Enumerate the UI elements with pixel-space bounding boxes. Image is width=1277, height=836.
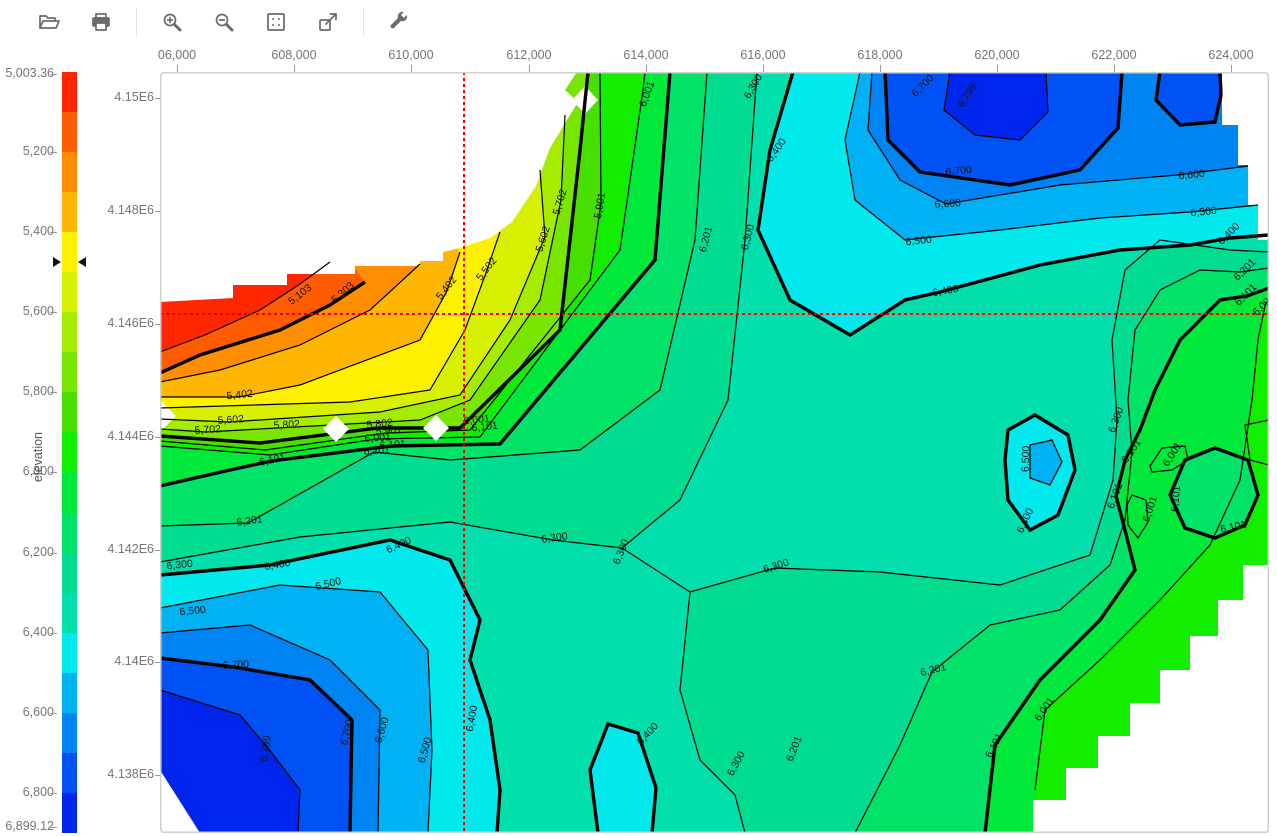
colorbar-tick-label: 6,200 [4,545,54,559]
contour-label: 6,700 [222,658,249,671]
colorbar-band-12 [62,553,77,593]
x-axis-tick-label: 618,000 [840,48,920,62]
app-window: 5,003.36 5,200 5,400 5,600 5,800 6,000 6,200 6,… [0,0,1277,836]
colorbar-band-8 [62,392,77,432]
contour-label: 6,500 [1020,445,1033,472]
zoom-out-button[interactable] [203,5,245,39]
x-axis-tick-mark [529,65,530,72]
x-axis-tick-mark [763,65,764,72]
colorbar-band-5 [62,272,77,312]
contour-label: 6,201 [363,444,390,458]
colorbar-title: elevation [31,432,45,482]
print-button[interactable] [80,5,122,39]
colorbar-tick-mark [50,827,57,828]
contour-label: 5,802 [273,418,300,432]
colorbar-band-13 [62,593,77,633]
export-view-button[interactable] [307,5,349,39]
open-button[interactable] [28,5,70,39]
contour-label: 6,600 [934,197,961,211]
y-axis-tick-label: 4.142E6 [92,542,154,556]
colorbar-tick-label: 5,200 [4,144,54,158]
colorbar-tick-mark [50,312,57,313]
zoom-extents-button[interactable] [255,5,297,39]
colorbar-tick-label: 5,400 [4,224,54,238]
colorbar-band-4 [62,232,77,272]
x-axis-tick-mark [294,65,295,72]
x-axis-tick-label: 616,000 [723,48,803,62]
colorbar-band-7 [62,352,77,392]
folder-open-icon [37,10,61,34]
y-axis-tick-label: 4.138E6 [92,767,154,781]
fit-extents-icon [264,10,288,34]
colorbar-tick-mark [50,713,57,714]
colorbar-band-1 [62,112,77,152]
contour-label: 6,101 [1169,485,1183,512]
colorbar-band-14 [62,633,77,673]
toolbar [0,0,1277,44]
x-axis-tick-mark [997,65,998,72]
colorbar-range-marker-right[interactable] [78,257,86,267]
x-axis-tick-mark [646,65,647,72]
colorbar-tick-mark [50,232,57,233]
colorbar-tick-label: 6,800 [4,785,54,799]
contour-map-canvas[interactable]: 5,1035,3035,4025,4025,5025,6025,7025,602… [160,72,1269,833]
colorbar-tick-label: 6,400 [4,625,54,639]
y-axis-tick-label: 4.146E6 [92,316,154,330]
colorbar-band-17 [62,753,77,793]
zoom-out-icon [212,10,236,34]
colorbar-band-11 [62,513,77,553]
x-axis-tick-label: 612,000 [489,48,569,62]
toolbar-separator [363,8,364,36]
colorbar-tick-label: 6,600 [4,705,54,719]
colorbar-tick-label: 5,800 [4,384,54,398]
colorbar-tick-mark [50,74,57,75]
wrench-icon [387,10,411,34]
colorbar-tick-label: 5,003.36 [4,66,54,80]
colorbar-band-0 [62,72,77,112]
x-axis-tick-label: 608,000 [254,48,334,62]
x-axis-tick-mark [177,65,178,72]
contour-label: 5,702 [194,423,221,437]
colorbar-band-2 [62,152,77,192]
x-axis-tick-label: 620,000 [957,48,1037,62]
colorbar-tick-mark [50,633,57,634]
colorbar-tick-label: 6,000 [4,464,54,478]
x-axis-tick-mark [411,65,412,72]
y-axis-tick-label: 4.15E6 [92,90,154,104]
x-axis-tick-mark [1231,65,1232,72]
x-axis-tick-label: 622,000 [1074,48,1154,62]
printer-icon [89,10,113,34]
contour-label: 5,602 [217,413,244,427]
y-axis-tick-label: 4.14E6 [92,654,154,668]
toolbar-separator [136,8,137,36]
settings-button[interactable] [378,5,420,39]
zoom-in-icon [160,10,184,34]
x-axis-tick-label: 614,000 [606,48,686,62]
x-axis-tick-mark [880,65,881,72]
colorbar-band-10 [62,472,77,512]
colorbar-tick-label: 6,899.12 [4,819,54,833]
colorbar-tick-label: 5,600 [4,304,54,318]
x-axis-tick-label: 624,000 [1191,48,1271,62]
colorbar-tick-mark [50,793,57,794]
colorbar-tick-mark [50,553,57,554]
y-axis-tick-label: 4.144E6 [92,429,154,443]
colorbar-band-3 [62,192,77,232]
colorbar-range-marker-left[interactable] [53,257,61,267]
colorbar-tick-mark [50,392,57,393]
colorbar-band-18 [62,793,77,833]
colorbar-band-6 [62,312,77,352]
colorbar-tick-mark [50,472,57,473]
zoom-in-button[interactable] [151,5,193,39]
x-axis-tick-mark [1114,65,1115,72]
export-icon [316,10,340,34]
colorbar-band-9 [62,432,77,472]
colorbar-band-16 [62,713,77,753]
colorbar-tick-mark [50,152,57,153]
x-axis-tick-label: 610,000 [371,48,451,62]
y-axis-tick-label: 4.148E6 [92,203,154,217]
x-axis-tick-label: 06,000 [137,48,217,62]
elevation-colorbar [62,72,77,833]
colorbar-band-15 [62,673,77,713]
